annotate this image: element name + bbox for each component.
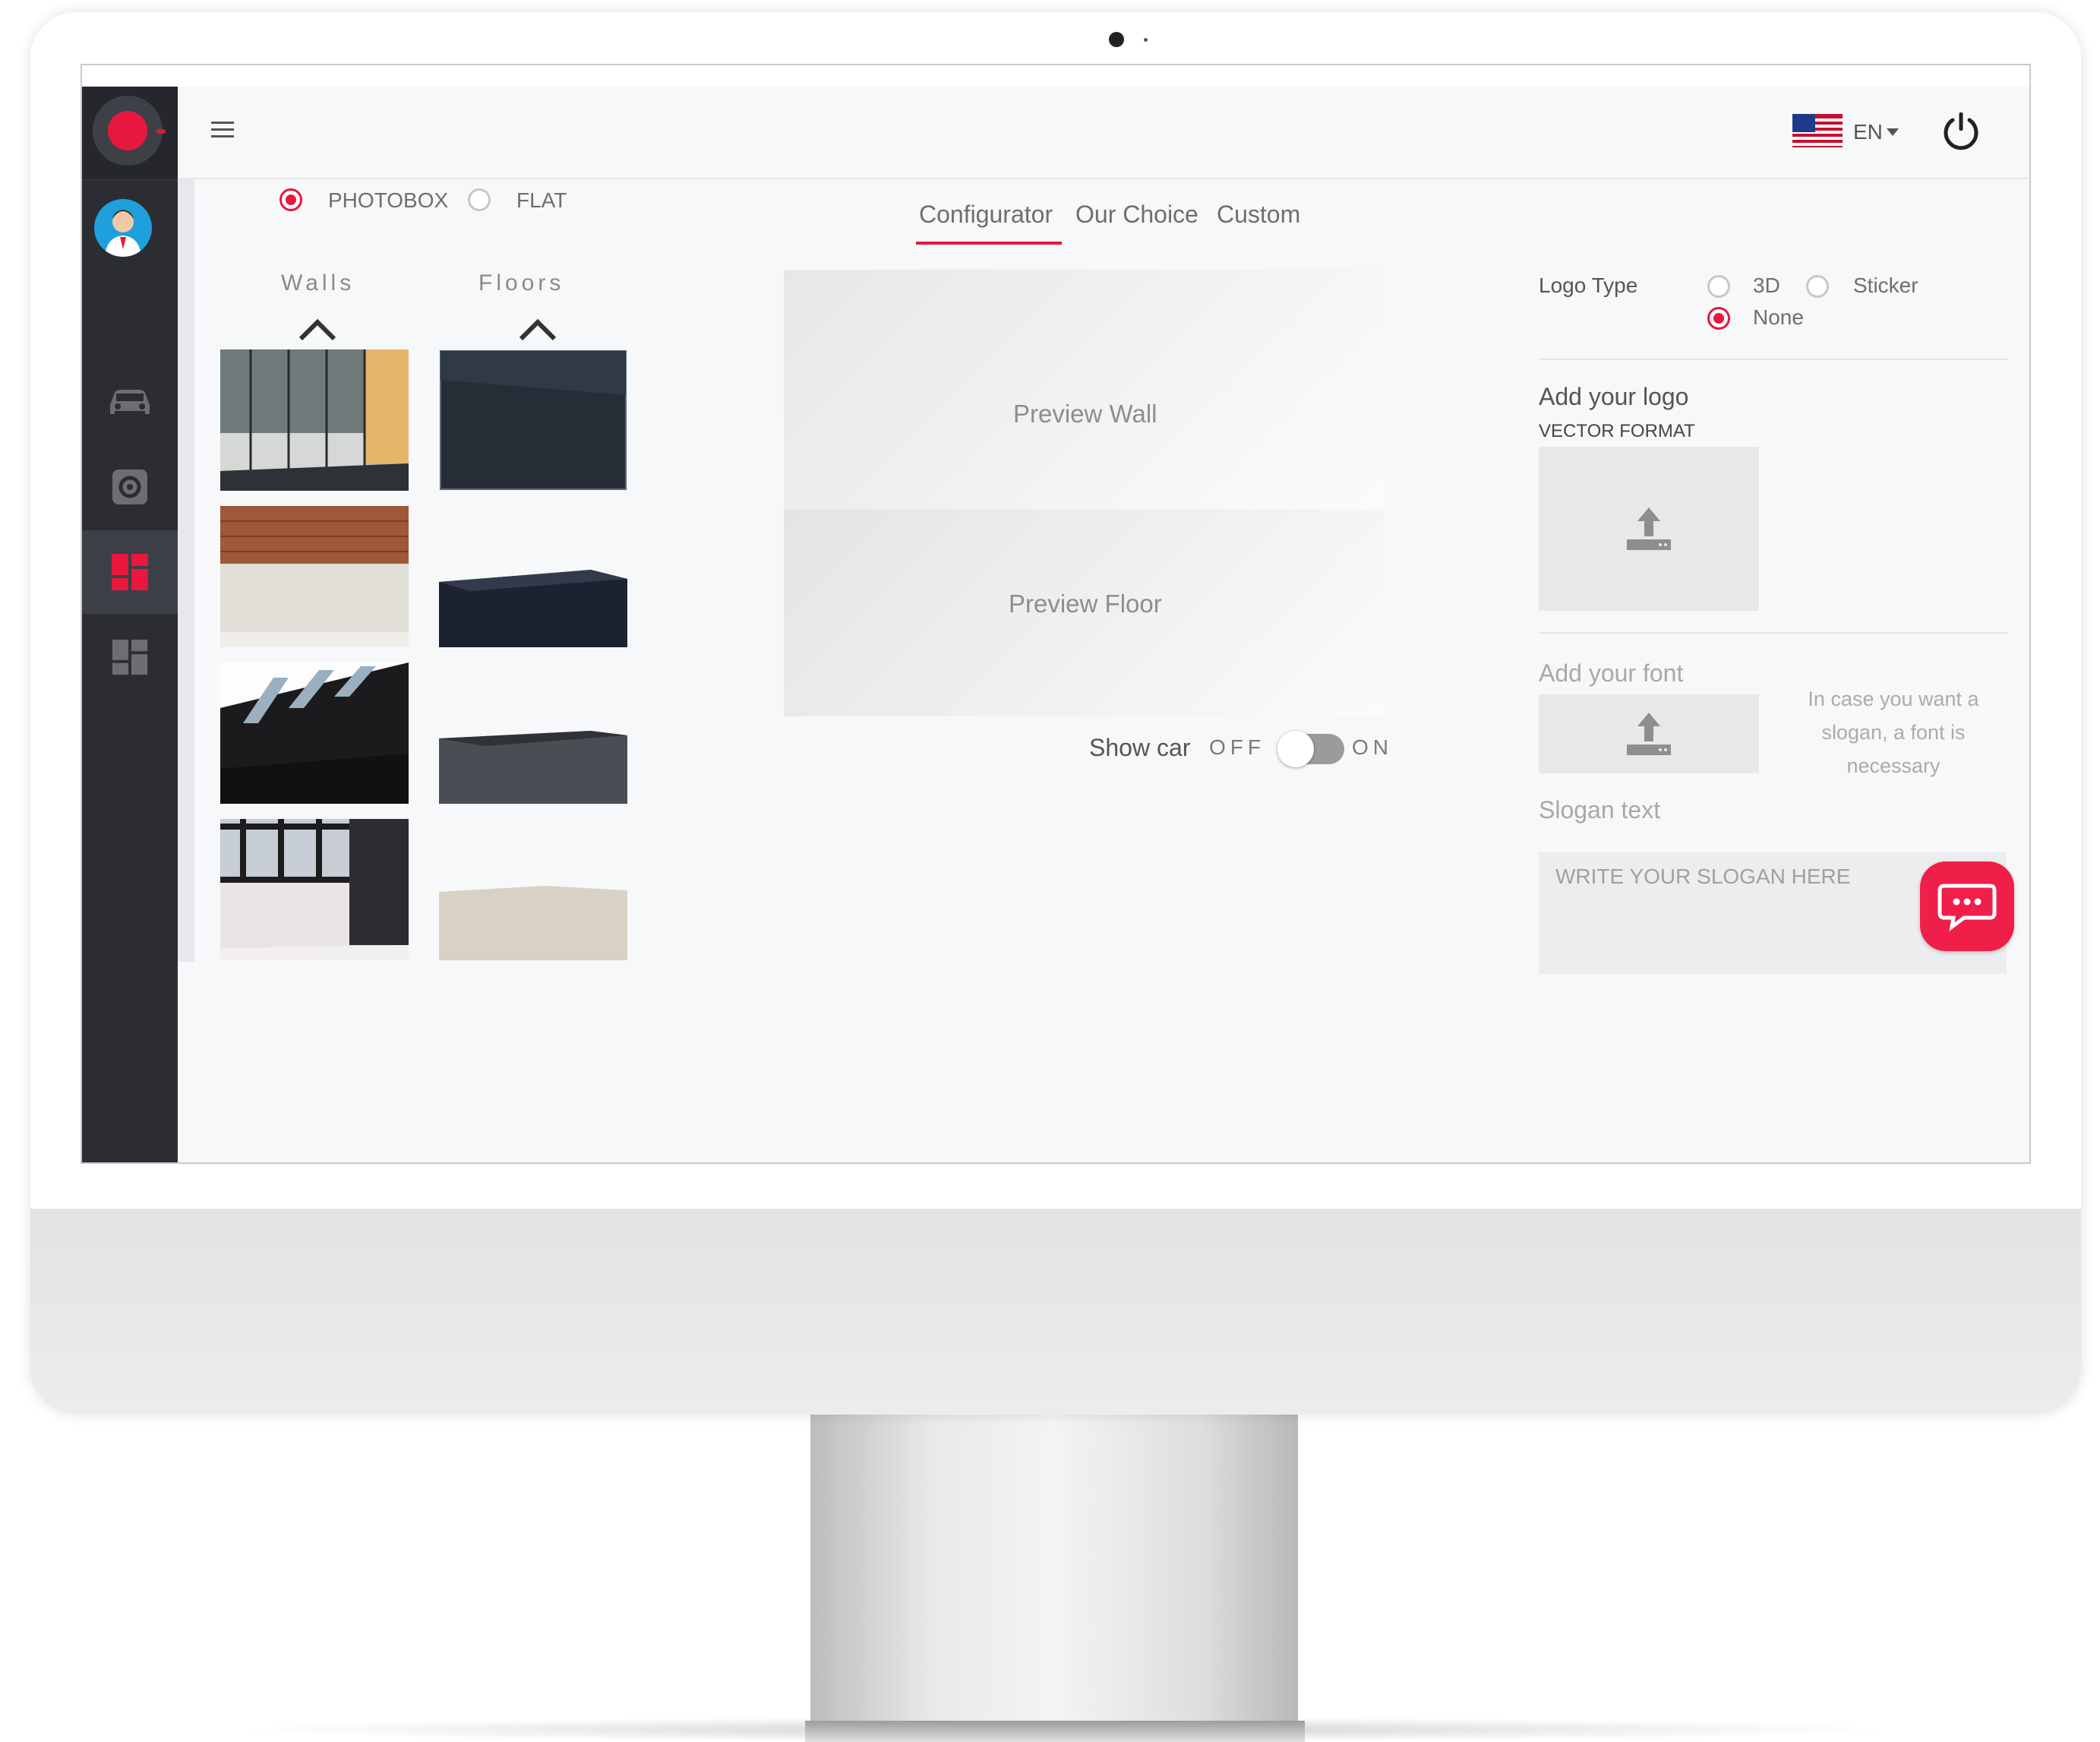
floor-option-4[interactable] xyxy=(439,819,627,960)
dashboard-icon xyxy=(112,554,148,590)
slogan-label: Slogan text xyxy=(1539,796,1661,824)
font-upload-area[interactable] xyxy=(1539,694,1759,773)
wall-option-3[interactable] xyxy=(220,662,409,804)
upload-icon xyxy=(1627,713,1671,755)
app-screen: EN PHOTOBOX FLAT Walls Floors Configurat… xyxy=(81,64,2031,1164)
avatar[interactable] xyxy=(94,199,152,257)
photobox-radio[interactable] xyxy=(279,188,302,211)
slogan-placeholder: WRITE YOUR SLOGAN HERE xyxy=(1555,865,1851,888)
flat-radio[interactable] xyxy=(468,188,491,211)
show-car-label: Show car xyxy=(1089,734,1191,761)
sidebar-item-cars[interactable] xyxy=(82,360,178,444)
camera-sensor xyxy=(1144,38,1148,42)
font-hint: In case you want a slogan, a font is nec… xyxy=(1808,688,1979,777)
chevron-down-icon[interactable] xyxy=(1887,128,1899,141)
logo-sticker-radio[interactable] xyxy=(1806,275,1829,298)
app-logo-dot xyxy=(108,111,147,150)
logo-type-label: Logo Type xyxy=(1539,273,1638,297)
monitor-stand xyxy=(810,1415,1298,1730)
active-tab-indicator xyxy=(916,242,1062,245)
preview-floor-label: Preview Floor xyxy=(1009,590,1162,618)
car-icon xyxy=(110,390,150,414)
walls-scroll-up-icon[interactable] xyxy=(295,315,340,345)
show-car-off-label: OFF xyxy=(1209,735,1265,759)
photobox-label: PHOTOBOX xyxy=(328,188,449,212)
divider xyxy=(1539,632,2008,634)
floor-option-1[interactable] xyxy=(439,349,627,491)
browser-top-strip xyxy=(82,65,2029,88)
wall-option-2[interactable] xyxy=(220,506,409,647)
tab-custom[interactable]: Custom xyxy=(1217,201,1300,229)
tab-our-choice[interactable]: Our Choice xyxy=(1075,201,1198,229)
upload-icon xyxy=(1627,507,1671,550)
floor-option-2[interactable] xyxy=(439,506,627,647)
chat-icon xyxy=(1937,884,1997,931)
app-logo-mark xyxy=(156,129,166,134)
tab-configurator[interactable]: Configurator xyxy=(919,201,1053,229)
hamburger-icon[interactable] xyxy=(211,120,234,144)
preview-wall-label: Preview Wall xyxy=(1013,400,1157,428)
show-car-on-label: ON xyxy=(1352,735,1393,759)
logo-sticker-label: Sticker xyxy=(1853,273,1918,297)
sidebar-item-layouts[interactable] xyxy=(82,615,178,699)
show-car-toggle[interactable] xyxy=(1277,731,1344,767)
divider xyxy=(1539,359,2008,360)
add-logo-label: Add your logo xyxy=(1539,383,1689,410)
toggle-knob xyxy=(1277,731,1314,767)
us-flag-icon[interactable] xyxy=(1792,114,1843,151)
logo-3d-label: 3D xyxy=(1753,273,1780,297)
grid-icon xyxy=(112,639,148,675)
camera-icon xyxy=(1109,32,1124,47)
flat-label: FLAT xyxy=(516,188,567,212)
logo-3d-radio[interactable] xyxy=(1707,275,1730,298)
gear-icon xyxy=(112,469,147,504)
wall-option-1[interactable] xyxy=(220,349,409,491)
monitor-stand-base xyxy=(805,1721,1305,1742)
power-icon[interactable] xyxy=(1941,111,1981,156)
monitor-chin xyxy=(30,1209,2081,1414)
sidebar xyxy=(82,87,178,1162)
floors-scroll-up-icon[interactable] xyxy=(515,315,561,345)
walls-heading: Walls xyxy=(281,270,355,296)
wall-option-4[interactable] xyxy=(220,819,409,960)
floors-heading: Floors xyxy=(478,270,565,296)
floor-option-3[interactable] xyxy=(439,662,627,804)
sidebar-item-configurator[interactable] xyxy=(82,530,178,614)
header: EN xyxy=(178,87,2029,179)
sidebar-logo-area xyxy=(82,87,178,180)
content-left-strip xyxy=(178,179,194,962)
logo-none-radio[interactable] xyxy=(1707,307,1730,330)
add-font-label: Add your font xyxy=(1539,659,1684,687)
language-label[interactable]: EN xyxy=(1853,120,1883,144)
logo-none-label: None xyxy=(1753,305,1804,329)
chat-button[interactable] xyxy=(1920,862,2014,951)
logo-upload-area[interactable] xyxy=(1539,447,1759,611)
sidebar-item-settings[interactable] xyxy=(82,445,178,529)
vector-format-note: VECTOR FORMAT xyxy=(1539,421,1695,441)
